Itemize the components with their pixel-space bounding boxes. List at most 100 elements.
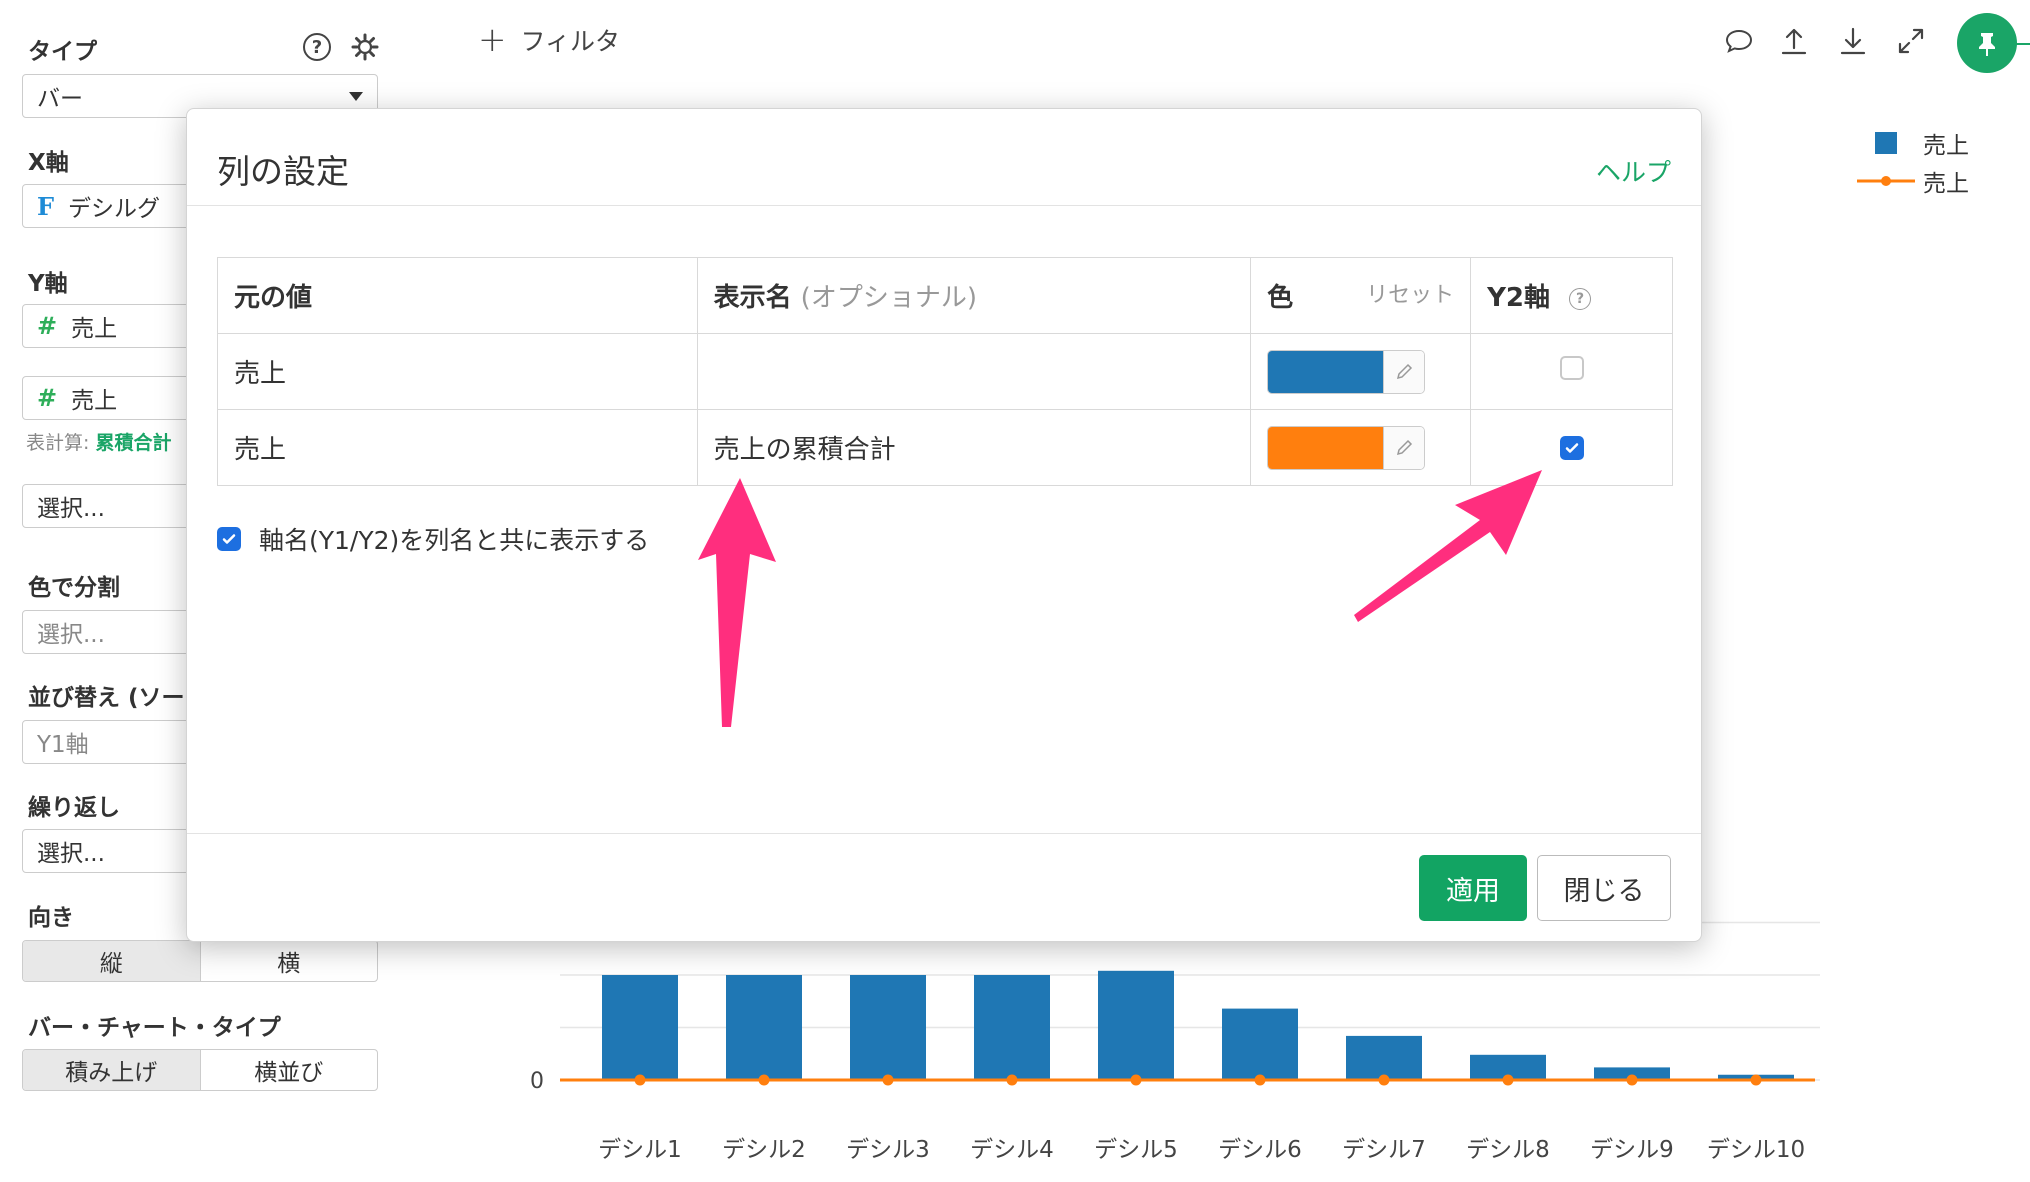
header-color-text: 色: [1267, 283, 1294, 313]
y2-checkbox[interactable]: [1559, 356, 1584, 380]
x-axis-field-name: デシルグ: [68, 196, 161, 222]
color-picker[interactable]: [1267, 425, 1426, 470]
filter-label: フィルタ: [520, 27, 621, 56]
comment-icon[interactable]: [1722, 24, 1756, 58]
help-icon[interactable]: ?: [303, 33, 331, 61]
chart-line-point: [1502, 1074, 1514, 1086]
table-calc-prefix: 表計算:: [26, 432, 90, 454]
legend-bar-swatch: [1875, 132, 1897, 154]
chart-bar: [1222, 1008, 1298, 1080]
sort-value: Y1軸: [37, 732, 89, 758]
y2-checkbox[interactable]: [1559, 435, 1584, 460]
chart-bar: [602, 975, 678, 1080]
header-y2-text: Y2軸: [1487, 283, 1551, 313]
chart-bar: [850, 975, 926, 1080]
pin-connector: [2016, 43, 2030, 45]
table-header-row: 元の値 表示名 (オプショナル) 色 リセット Y2軸 ?: [217, 257, 1673, 334]
select-placeholder: 選択...: [37, 622, 105, 648]
numeric-type-icon: #: [37, 384, 58, 412]
pin-button[interactable]: [1957, 13, 2017, 73]
upload-icon[interactable]: [1777, 24, 1811, 58]
orientation-label: 向き: [28, 905, 74, 931]
table-calc-note: 表計算: 累積合計: [26, 428, 171, 455]
x-tick-label: デシル8: [1466, 1137, 1550, 1163]
header-color: 色 リセット: [1250, 257, 1472, 334]
help-link[interactable]: ヘルプ: [1596, 153, 1671, 189]
sort-label: 並び替え (ソー: [28, 685, 185, 711]
row-display-name-input[interactable]: [696, 333, 1252, 410]
x-axis-label: X軸: [28, 150, 69, 176]
expand-icon[interactable]: [1894, 24, 1928, 58]
y-tick-label: 0: [530, 1069, 544, 1094]
legend-item-line[interactable]: 売上: [1855, 162, 1969, 200]
chart-bar: [1346, 1035, 1422, 1080]
pin-icon: [1979, 33, 1995, 56]
header-display-name-hint: (オプショナル): [800, 283, 977, 313]
legend-line-swatch: [1857, 176, 1915, 186]
x-tick-label: デシル4: [970, 1137, 1054, 1163]
orientation-horizontal-button[interactable]: 横: [201, 941, 378, 981]
select-placeholder: 選択...: [37, 496, 105, 522]
reset-colors-link[interactable]: リセット: [1366, 277, 1454, 309]
table-calc-value[interactable]: 累積合計: [95, 432, 171, 454]
y-axis-field-2-name: 売上: [71, 388, 118, 414]
x-tick-label: デシル10: [1707, 1137, 1805, 1163]
row-color-cell: [1250, 409, 1472, 486]
add-filter-button[interactable]: + フィルタ: [478, 22, 620, 58]
eyedropper-icon[interactable]: [1383, 426, 1425, 469]
chevron-down-icon: [349, 92, 363, 101]
chart-line-point: [1006, 1074, 1018, 1086]
show-axis-name-checkbox[interactable]: [217, 527, 241, 551]
select-placeholder: 選択...: [37, 841, 105, 867]
header-display-name-text: 表示名: [713, 283, 792, 313]
factor-type-icon: F: [37, 191, 55, 221]
color-picker[interactable]: [1267, 349, 1426, 394]
legend-item-bar[interactable]: 売上: [1855, 124, 1969, 162]
x-tick-label: デシル7: [1342, 1137, 1426, 1163]
apply-button[interactable]: 適用: [1419, 855, 1527, 921]
chart-axis-labels: 0 デシル1 デシル2 デシル3 デシル4 デシル5 デシル6 デシル7 デシル8 デシル9 デシル…: [530, 1069, 1805, 1163]
x-tick-label: デシル1: [598, 1137, 682, 1163]
chart-legend: 売上 売上: [1855, 124, 1969, 200]
row-original-value: 売上: [217, 333, 698, 410]
color-swatch[interactable]: [1268, 426, 1384, 469]
y-axis-label: Y軸: [28, 271, 68, 297]
row-display-name-input[interactable]: 売上の累積合計: [696, 409, 1252, 486]
show-axis-name-option[interactable]: 軸名(Y1/Y2)を列名と共に表示する: [217, 521, 649, 557]
column-settings-dialog: 列の設定 ヘルプ 元の値 表示名 (オプショナル) 色 リセット Y2軸 ? 売…: [186, 108, 1702, 942]
gear-icon[interactable]: [350, 32, 380, 62]
numeric-type-icon: #: [37, 312, 58, 340]
chart-line-point: [758, 1074, 770, 1086]
download-icon[interactable]: [1836, 24, 1870, 58]
chart-line-point: [1626, 1074, 1638, 1086]
bar-type-label: バー・チャート・タイプ: [28, 1015, 281, 1041]
chart-bars: [602, 970, 1794, 1080]
legend-label: 売上: [1923, 133, 1969, 159]
help-icon[interactable]: ?: [1569, 287, 1592, 310]
close-button[interactable]: 閉じる: [1537, 855, 1671, 921]
plus-icon: +: [478, 20, 507, 60]
divider: [187, 833, 1701, 834]
bar-type-stacked-button[interactable]: 積み上げ: [23, 1050, 201, 1090]
bar-type-side-button[interactable]: 横並び: [201, 1050, 378, 1090]
x-tick-label: デシル9: [1590, 1137, 1674, 1163]
color-split-label: 色で分割: [28, 575, 120, 601]
check-icon: [1565, 442, 1578, 453]
chart-line-point: [1378, 1074, 1390, 1086]
repeat-label: 繰り返し: [28, 795, 120, 821]
show-axis-name-label: 軸名(Y1/Y2)を列名と共に表示する: [259, 526, 650, 555]
dialog-title: 列の設定: [217, 152, 349, 191]
divider: [187, 205, 1701, 206]
x-tick-label: デシル6: [1218, 1137, 1302, 1163]
x-tick-label: デシル5: [1094, 1137, 1178, 1163]
eyedropper-icon[interactable]: [1383, 350, 1425, 393]
column-settings-table: 元の値 表示名 (オプショナル) 色 リセット Y2軸 ? 売上 売上 売上の累…: [217, 257, 1673, 486]
y-axis-field-1-name: 売上: [71, 316, 118, 342]
orientation-toggle: 縦 横: [22, 940, 378, 982]
chart-line-point: [634, 1074, 646, 1086]
x-tick-label: デシル3: [846, 1137, 930, 1163]
chart-line-point: [1254, 1074, 1266, 1086]
row-y2-cell: [1470, 333, 1673, 410]
color-swatch[interactable]: [1268, 350, 1384, 393]
orientation-vertical-button[interactable]: 縦: [23, 941, 201, 981]
